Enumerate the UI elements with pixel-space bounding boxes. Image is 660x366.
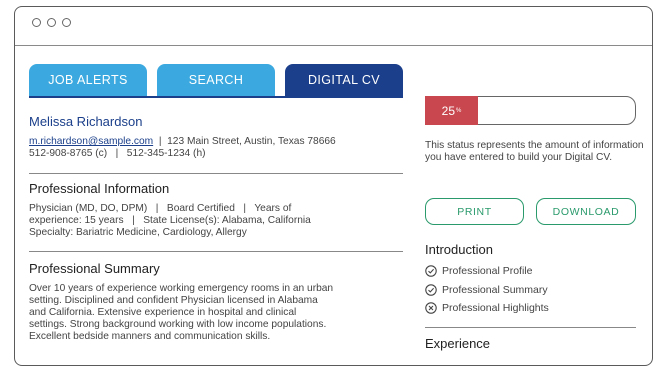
- check-circle-icon: [425, 265, 437, 277]
- info-line: experience: 15 years | State License(s):…: [29, 215, 311, 226]
- window-control-dot-2[interactable]: [47, 18, 56, 27]
- divider: [29, 173, 403, 174]
- x-circle-icon: [425, 302, 437, 314]
- window-control-dot-1[interactable]: [32, 18, 41, 27]
- checklist-item-professional-profile[interactable]: Professional Profile: [425, 265, 532, 277]
- professional-summary-text: Over 10 years of experience working emer…: [29, 283, 405, 343]
- window-titlebar: [15, 7, 652, 46]
- window-control-dot-3[interactable]: [62, 18, 71, 27]
- introduction-heading: Introduction: [425, 242, 493, 257]
- browser-window: JOB ALERTS SEARCH DIGITAL CV Melissa Ric…: [14, 6, 653, 366]
- summary-line: settings. Strong background working with…: [29, 319, 327, 330]
- cv-progress-bar: 25%: [425, 96, 636, 125]
- tab-search[interactable]: SEARCH: [157, 64, 275, 96]
- professional-summary-heading: Professional Summary: [29, 261, 160, 276]
- address-separator: |: [158, 136, 162, 147]
- print-button[interactable]: PRINT: [425, 198, 524, 225]
- summary-line: Excellent bedside manners and communicat…: [29, 331, 271, 342]
- checklist-label: Professional Summary: [442, 284, 548, 296]
- contact-details: m.richardson@sample.com | 123 Main Stree…: [29, 136, 336, 160]
- checklist-label: Professional Highlights: [442, 302, 549, 314]
- checklist-item-professional-highlights[interactable]: Professional Highlights: [425, 302, 549, 314]
- address: 123 Main Street, Austin, Texas 78666: [167, 136, 336, 147]
- progress-unit: %: [456, 107, 462, 114]
- summary-line: setting. Disciplined and confident Physi…: [29, 295, 318, 306]
- progress-status-text: This status represents the amount of inf…: [425, 140, 644, 163]
- phone-numbers: 512-908-8765 (c) | 512-345-1234 (h): [29, 148, 206, 159]
- experience-heading: Experience: [425, 336, 491, 351]
- progress-value: 25: [441, 103, 455, 118]
- checklist-item-professional-summary[interactable]: Professional Summary: [425, 284, 548, 296]
- professional-information-heading: Professional Information: [29, 181, 170, 196]
- email-link[interactable]: m.richardson@sample.com: [29, 136, 153, 147]
- tab-digital-cv[interactable]: DIGITAL CV: [285, 64, 403, 96]
- summary-line: Over 10 years of experience working emer…: [29, 283, 334, 294]
- tab-underline: [29, 96, 403, 98]
- check-circle-icon: [425, 284, 437, 296]
- download-button[interactable]: DOWNLOAD: [536, 198, 636, 225]
- progress-fill: 25%: [425, 96, 478, 125]
- summary-line: and California. Extensive experience in …: [29, 307, 297, 318]
- checklist-label: Professional Profile: [442, 265, 533, 277]
- info-line: Physician (MD, DO, DPM) | Board Certifie…: [29, 203, 292, 214]
- tab-job-alerts[interactable]: JOB ALERTS: [29, 64, 147, 96]
- profile-name: Melissa Richardson: [29, 114, 143, 129]
- professional-information-text: Physician (MD, DO, DPM) | Board Certifie…: [29, 203, 405, 239]
- info-line: Specialty: Bariatric Medicine, Cardiolog…: [29, 227, 247, 238]
- divider: [425, 327, 636, 328]
- divider: [29, 251, 403, 252]
